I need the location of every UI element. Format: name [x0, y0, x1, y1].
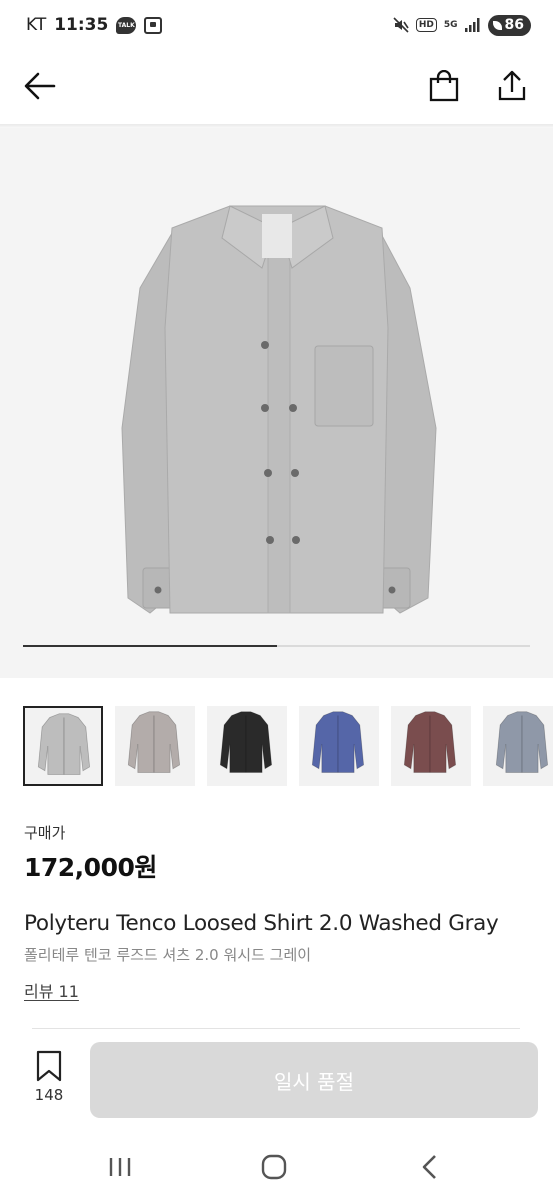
color-thumbnail-list: [23, 706, 553, 788]
shirt-thumbnail-image: [127, 711, 181, 773]
mute-icon: [393, 17, 409, 33]
shirt-thumbnail-image: [219, 711, 273, 773]
back-button[interactable]: [18, 64, 62, 108]
color-thumbnail[interactable]: [299, 706, 379, 786]
system-navigation-bar: [0, 1132, 553, 1200]
shopping-bag-icon: [429, 70, 459, 102]
divider: [32, 1028, 520, 1029]
back-chevron-icon: [422, 1155, 436, 1179]
screenshot-icon: [144, 16, 163, 34]
color-thumbnail[interactable]: [23, 706, 103, 786]
shirt-thumbnail-image: [311, 711, 365, 773]
app-header: [0, 50, 553, 124]
color-thumbnail[interactable]: [115, 706, 195, 786]
sold-out-button[interactable]: 일시 품절: [90, 1042, 538, 1118]
power-saving-icon: [492, 20, 502, 30]
battery-indicator: 86: [487, 14, 531, 36]
wishlist-count: 148: [34, 1086, 64, 1104]
price-label: 구매가: [24, 824, 66, 842]
recent-apps-button[interactable]: [100, 1150, 140, 1184]
share-icon: [498, 70, 526, 101]
color-thumbnail[interactable]: [483, 706, 553, 786]
battery-level: 86: [504, 17, 524, 33]
product-photo-shirt: [121, 205, 437, 614]
kakaotalk-icon: TALK: [116, 16, 137, 34]
color-thumbnail[interactable]: [207, 706, 287, 786]
hd-voice-icon: HD: [415, 18, 437, 32]
product-image-carousel[interactable]: [0, 128, 553, 678]
color-thumbnail[interactable]: [391, 706, 471, 786]
system-back-button[interactable]: [410, 1150, 450, 1184]
shirt-thumbnail-image: [37, 713, 91, 775]
share-button[interactable]: [490, 64, 534, 108]
status-bar: KT 11:35 TALK HD 5G 86: [0, 0, 553, 50]
product-price: 172,000원: [24, 853, 157, 882]
home-button[interactable]: [254, 1150, 294, 1184]
product-name-korean: 폴리테루 텐코 루즈드 셔츠 2.0 워시드 그레이: [24, 946, 312, 964]
image-progress-track: [23, 645, 530, 647]
reviews-link[interactable]: 리뷰 11: [24, 978, 79, 1002]
status-left: KT 11:35 TALK: [26, 15, 163, 35]
clock: 11:35: [54, 15, 109, 35]
recent-apps-icon: [109, 1158, 131, 1176]
shirt-thumbnail-image: [495, 711, 549, 773]
signal-icon: [464, 18, 481, 32]
shirt-thumbnail-image: [403, 711, 457, 773]
image-progress-indicator: [23, 645, 277, 647]
status-right: HD 5G 86: [393, 14, 531, 36]
network-type-icon: 5G: [443, 19, 458, 30]
shopping-bag-button[interactable]: [422, 64, 466, 108]
arrow-left-icon: [24, 72, 56, 100]
carrier-label: KT: [26, 15, 47, 35]
product-name: Polyteru Tenco Loosed Shirt 2.0 Washed G…: [24, 911, 499, 936]
wishlist-button[interactable]: 148: [22, 1050, 76, 1114]
home-icon: [261, 1154, 287, 1180]
bookmark-icon: [36, 1050, 62, 1082]
